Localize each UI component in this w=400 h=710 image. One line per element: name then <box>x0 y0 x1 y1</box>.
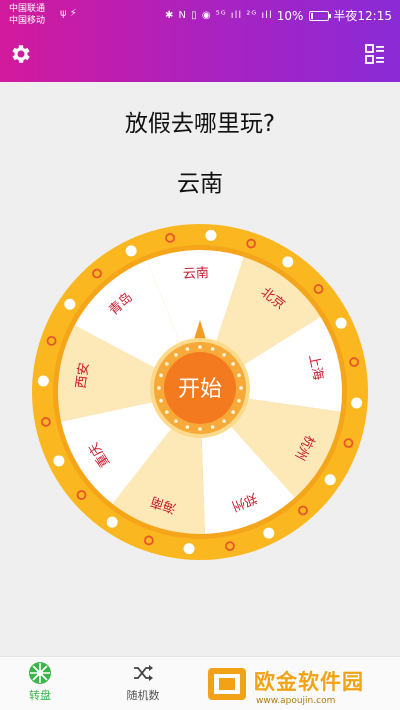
button-dot <box>222 419 226 423</box>
button-dot <box>159 373 163 378</box>
start-button-label[interactable]: 开始 <box>178 377 222 402</box>
notification-icons: ψ ⚡ <box>60 8 77 19</box>
button-dot <box>210 425 215 429</box>
network-icons: ✱ N ▯ ◉ ⁵ᴳ ıll ²ᴳ ıll <box>164 10 273 21</box>
carrier-info: 中国联通 中国移动 <box>9 3 45 27</box>
wheel-segment-label: 云南 <box>183 265 210 282</box>
watermark-url: www.apoujin.com <box>256 696 336 706</box>
tab-random-label: 随机数 <box>126 689 160 702</box>
clock: 半夜12:15 <box>333 9 392 23</box>
button-dot <box>165 410 169 414</box>
carrier-2: 中国移动 <box>9 16 46 26</box>
button-dot <box>239 386 243 390</box>
button-dot <box>231 362 235 366</box>
button-dot <box>165 362 169 366</box>
rim-dot <box>324 474 336 486</box>
tab-random-number[interactable]: 随机数 <box>103 661 183 709</box>
result-text: 云南 <box>177 171 223 197</box>
rim-dot <box>205 229 217 241</box>
rim-dot <box>125 245 137 257</box>
button-dot <box>222 353 226 357</box>
button-dot <box>159 398 163 403</box>
button-dot <box>185 425 190 429</box>
rim-dot <box>351 397 363 409</box>
button-dot <box>174 353 178 357</box>
button-dot <box>185 347 190 351</box>
prize-wheel[interactable]: 云南北京上海杭州郑州海南重庆西安青岛 开始 <box>32 224 368 560</box>
button-dot <box>157 386 161 390</box>
battery-percent: 10% <box>276 8 304 23</box>
watermark-text: 欧金软件园 <box>254 670 364 694</box>
button-dot <box>237 398 241 403</box>
battery-fill <box>311 12 314 19</box>
carrier-1: 中国联通 <box>9 4 46 14</box>
rim-dot <box>335 317 347 329</box>
rim-dot <box>53 455 65 467</box>
rim-dot <box>106 516 118 528</box>
tab-wheel-label: 转盘 <box>29 689 51 702</box>
rim-dot <box>64 298 76 310</box>
status-bar: 中国联通 中国移动 ψ ⚡ ✱ N ▯ ◉ ⁵ᴳ ıll ²ᴳ ıll 10% … <box>0 0 400 30</box>
rim-dot <box>282 256 294 268</box>
watermark-logo-icon <box>208 668 246 700</box>
button-dot <box>198 345 202 349</box>
tab-wheel[interactable]: 转盘 <box>0 661 80 709</box>
button-dot <box>198 427 202 431</box>
status-right: ✱ N ▯ ◉ ⁵ᴳ ıll ²ᴳ ıll 10% 半夜12:15 <box>165 7 392 24</box>
gear-icon[interactable] <box>9 42 33 66</box>
list-icon[interactable] <box>364 43 386 65</box>
question-title: 放假去哪里玩? <box>124 111 276 137</box>
rim-dot <box>183 543 195 555</box>
wheel-icon <box>29 662 51 684</box>
battery-icon <box>309 10 332 21</box>
watermark: 欧金软件园 www.apoujin.com <box>198 660 400 710</box>
button-dot <box>210 347 215 351</box>
rim-dot <box>37 375 49 387</box>
shuffle-icon <box>134 665 153 681</box>
button-dot <box>237 373 241 378</box>
app-bar <box>0 30 400 82</box>
button-dot <box>231 410 235 414</box>
button-dot <box>174 419 178 423</box>
rim-dot <box>263 527 275 539</box>
